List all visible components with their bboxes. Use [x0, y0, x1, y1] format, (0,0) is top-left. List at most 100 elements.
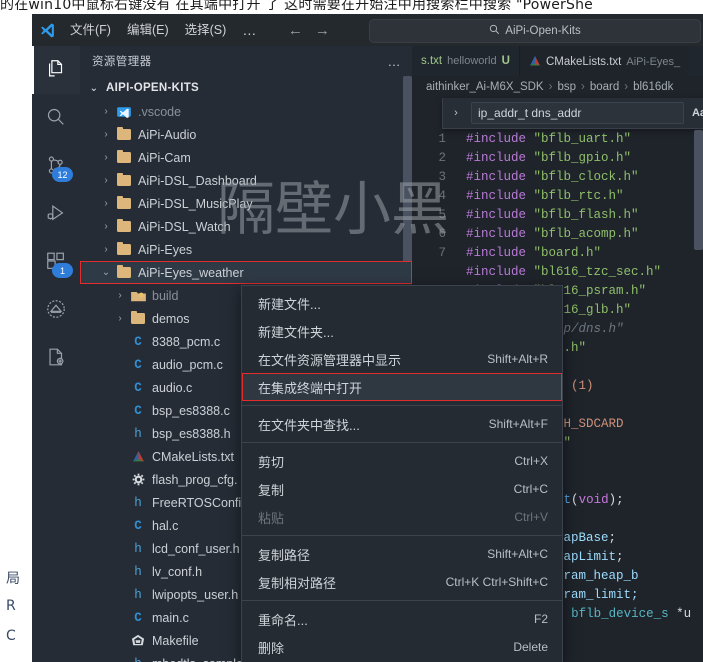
chevron-right-icon[interactable]: ›	[98, 129, 114, 140]
chevron-right-icon[interactable]: ›	[98, 152, 114, 163]
run-debug-icon	[45, 202, 67, 227]
chevron-right-icon[interactable]: ›	[449, 107, 463, 119]
activity-item-platformio[interactable]	[32, 286, 80, 334]
line-number: 4	[438, 189, 446, 203]
sidebar-scrollbar[interactable]	[403, 76, 412, 276]
h-file-icon: h	[134, 541, 142, 556]
editor-tab-1[interactable]: CMakeLists.txt AiPi-Eyes_	[519, 46, 690, 77]
activity-item-explorer[interactable]	[32, 46, 80, 94]
chevron-right-icon[interactable]: ›	[98, 106, 114, 117]
editor-scrollbar[interactable]	[694, 130, 703, 250]
chevron-right-icon[interactable]: ›	[98, 221, 114, 232]
breadcrumb-0[interactable]: aithinker_Ai-M6X_SDK	[426, 81, 544, 93]
h-file-icon: h	[134, 426, 142, 441]
line-text: #include "bflb_flash.h"	[466, 208, 639, 222]
menu-separator	[242, 535, 562, 536]
folder-icon	[114, 195, 134, 209]
folder-icon	[114, 126, 134, 140]
breadcrumb-1[interactable]: bsp	[557, 81, 576, 93]
menu-overflow-button[interactable]: …	[234, 23, 266, 37]
chevron-right-icon[interactable]: ›	[112, 313, 128, 324]
line-number: 1	[438, 132, 446, 146]
chevron-right-icon[interactable]: ›	[98, 175, 114, 186]
tab-1-sub: AiPi-Eyes_	[626, 56, 681, 68]
activity-item-extensions[interactable]: 1	[32, 238, 80, 286]
folder-icon	[114, 172, 134, 186]
explorer-actions-button[interactable]: …	[388, 54, 403, 69]
folder-icon	[114, 264, 134, 278]
match-case-toggle[interactable]: Aa	[692, 107, 703, 119]
code-line-4: 5 #include "bflb_flash.h"	[412, 206, 703, 225]
tree-item-label: main.c	[152, 610, 189, 625]
tree-item-label: AiPi-Eyes_weather	[138, 265, 244, 280]
menu-file[interactable]: 文件(F)	[62, 19, 119, 41]
chevron-right-icon[interactable]: ›	[98, 198, 114, 209]
chevron-right-icon[interactable]: ›	[98, 244, 114, 255]
tree-item-AiPi-DSL_Dashboard[interactable]: › AiPi-DSL_Dashboard	[80, 169, 412, 192]
workspace-root-row[interactable]: ⌄ AIPI-OPEN-KITS	[80, 76, 412, 100]
tree-item-label: Makefile	[152, 633, 199, 648]
menu-item-label: 新建文件...	[258, 296, 321, 312]
chevron-down-icon[interactable]: ⌄	[86, 83, 102, 94]
menu-item-0[interactable]: 新建文件...	[242, 289, 562, 317]
tree-item-AiPi-DSL_Watch[interactable]: › AiPi-DSL_Watch	[80, 215, 412, 238]
source-control-badge: 12	[52, 167, 73, 182]
breadcrumb: aithinker_Ai-M6X_SDK › bsp › board › bl6…	[412, 76, 703, 98]
menu-item-shortcut: Delete	[513, 640, 548, 654]
menu-item-11[interactable]: 复制路径 Shift+Alt+C	[242, 540, 562, 568]
find-input[interactable]: ip_addr_t dns_addr	[471, 102, 684, 124]
back-arrow-icon[interactable]: ←	[288, 22, 303, 39]
menu-separator	[242, 405, 562, 406]
line-text: #include "bflb_rtc.h"	[466, 189, 624, 203]
search-icon	[489, 24, 500, 38]
tree-item-label: AiPi-DSL_Watch	[138, 219, 231, 234]
tree-item-AiPi-DSL_MusicPlay[interactable]: › AiPi-DSL_MusicPlay	[80, 192, 412, 215]
menu-item-label: 在文件夹中查找...	[258, 417, 360, 433]
menu-edit[interactable]: 编辑(E)	[119, 19, 177, 41]
chevron-right-icon[interactable]: ›	[112, 290, 128, 301]
activity-item-source-control[interactable]: 12	[32, 142, 80, 190]
menu-item-9: 粘贴 Ctrl+V	[242, 503, 562, 531]
vscode-window: 文件(F) 编辑(E) 选择(S) … ← → AiPi-Open-Kits 1…	[32, 14, 703, 662]
tree-item-.vscode[interactable]: › .vscode	[80, 100, 412, 123]
code-line-1: 2 #include "bflb_gpio.h"	[412, 149, 703, 168]
quick-search-input[interactable]: AiPi-Open-Kits	[369, 19, 701, 43]
menu-separator	[242, 442, 562, 443]
menu-item-label: 复制路径	[258, 547, 311, 563]
tree-item-AiPi-Audio[interactable]: › AiPi-Audio	[80, 123, 412, 146]
code-line-0: 1 #include "bflb_uart.h"	[412, 130, 703, 149]
activity-bar: 12 1	[32, 46, 80, 662]
chevron-down-icon[interactable]: ⌄	[98, 267, 114, 278]
breadcrumb-3[interactable]: bl616dk	[633, 81, 673, 93]
menu-item-label: 在文件资源管理器中显示	[258, 352, 402, 368]
line-text: #include "bflb_uart.h"	[466, 132, 632, 146]
menu-item-5[interactable]: 在文件夹中查找... Shift+Alt+F	[242, 410, 562, 438]
menu-item-2[interactable]: 在文件资源管理器中显示 Shift+Alt+R	[242, 345, 562, 373]
tree-item-AiPi-Eyes[interactable]: › AiPi-Eyes	[80, 238, 412, 261]
activity-item-run-debug[interactable]	[32, 190, 80, 238]
activity-item-search[interactable]	[32, 94, 80, 142]
editor-tab-0[interactable]: s.txt helloworld U	[412, 46, 520, 76]
menu-item-15[interactable]: 删除 Delete	[242, 633, 562, 661]
menu-item-label: 重命名...	[258, 612, 308, 628]
tree-item-AiPi-Eyes_weather[interactable]: ⌄ AiPi-Eyes_weather	[80, 261, 412, 284]
tree-item-AiPi-Cam[interactable]: › AiPi-Cam	[80, 146, 412, 169]
forward-arrow-icon[interactable]: →	[315, 22, 330, 39]
tree-item-label: demos	[152, 311, 190, 326]
menu-item-1[interactable]: 新建文件夹...	[242, 317, 562, 345]
menu-item-3[interactable]: 在集成终端中打开	[242, 373, 562, 401]
menu-select[interactable]: 选择(S)	[177, 19, 235, 41]
code-line-6: 7 #include "board.h"	[412, 244, 703, 263]
menu-item-14[interactable]: 重命名... F2	[242, 605, 562, 633]
menu-item-8[interactable]: 复制 Ctrl+C	[242, 475, 562, 503]
breadcrumb-sep-1: ›	[581, 81, 585, 93]
c-file-icon: C	[134, 380, 142, 395]
menu-item-12[interactable]: 复制相对路径 Ctrl+K Ctrl+Shift+C	[242, 568, 562, 596]
breadcrumb-2[interactable]: board	[590, 81, 619, 93]
tab-1-name: CMakeLists.txt	[545, 56, 622, 68]
menu-item-7[interactable]: 剪切 Ctrl+X	[242, 447, 562, 475]
tree-item-label: lv_conf.h	[152, 564, 203, 579]
line-text: #include "board.h"	[466, 246, 602, 260]
menu-item-label: 复制	[258, 482, 285, 498]
activity-item-remote-explorer[interactable]	[32, 334, 80, 382]
